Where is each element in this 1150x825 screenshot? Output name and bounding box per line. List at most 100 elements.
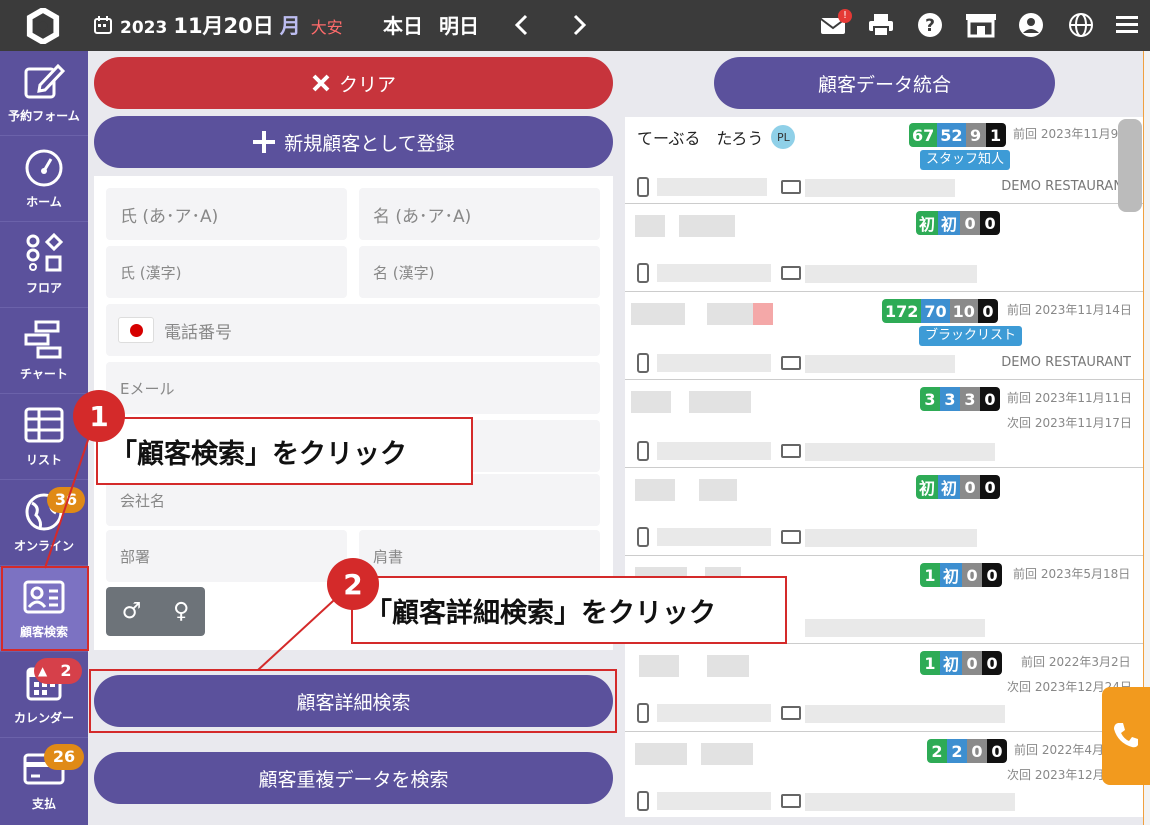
phone-icon <box>637 353 649 373</box>
list-item[interactable]: 初初00 <box>625 205 1143 292</box>
payment-count-badge: 26 <box>44 744 84 770</box>
list-scrollbar[interactable] <box>1118 119 1142 212</box>
last-visit: 前回 2023年5月18日 <box>1013 567 1131 581</box>
account-icon[interactable] <box>1018 12 1044 38</box>
female-icon[interactable]: ♀ <box>173 599 189 624</box>
stat-visits: 1 <box>920 563 940 587</box>
customer-search-highlight <box>1 566 89 651</box>
top-bar: 2023 11月20日 月 大安 本日 明日 ! ? <box>0 0 1150 51</box>
blurred-name <box>631 303 685 325</box>
merge-customer-data-button[interactable]: 顧客データ統合 <box>714 57 1055 109</box>
mail-icon <box>781 266 801 280</box>
first-name-kana-field[interactable]: 名 (あ･ア･A) <box>359 188 600 240</box>
visit-stats: 初初00 <box>916 475 1001 499</box>
list-item[interactable]: てーぶる たろう PL 67 52 9 1 前回 2023年11月9日 スタッフ知人 D… <box>625 117 1143 204</box>
japan-flag-icon[interactable] <box>118 317 154 343</box>
blurred-email <box>805 179 955 197</box>
chevron-left-icon[interactable] <box>512 13 532 37</box>
sidebar-item-label: フロア <box>25 281 62 295</box>
stat-seated: 70 <box>921 299 950 323</box>
phone-icon <box>637 441 649 461</box>
blurred-name <box>635 743 687 765</box>
list-item[interactable]: 初初00 <box>625 469 1143 556</box>
detail-search-highlight <box>89 669 617 733</box>
stat-cancel: 0 <box>960 211 981 235</box>
last-name-kanji-field[interactable]: 氏 (漢字) <box>106 246 347 298</box>
male-icon[interactable]: ♂ <box>122 599 142 624</box>
register-button-label: 新規顧客として登録 <box>284 132 455 155</box>
stat-cancel: 3 <box>960 387 980 411</box>
sidebar: 予約フォーム ホーム フロア チャート リスト オンライン 顧客検索 カレンダー… <box>0 51 88 825</box>
list-item[interactable]: 3330 前回 2023年11月11日 次回 2023年11月17日 <box>625 381 1143 468</box>
step2-instruction: 「顧客詳細検索」をクリック <box>351 576 787 644</box>
stat-noshow: 0 <box>982 563 1003 587</box>
blurred-name <box>635 479 675 501</box>
stat-cancel: 10 <box>949 299 978 323</box>
sidebar-item-floor[interactable]: フロア <box>0 223 88 308</box>
stat-seated: 2 <box>947 739 967 763</box>
email-field[interactable]: Eメール <box>106 362 600 414</box>
last-visit: 前回 2023年11月11日 <box>1007 391 1132 405</box>
phone-icon <box>637 263 649 283</box>
department-field[interactable]: 部署 <box>106 530 347 582</box>
stat-noshow: 0 <box>980 387 1000 411</box>
stat-noshow: 0 <box>977 299 998 323</box>
visit-stats: 3330 <box>920 387 1000 411</box>
date-display[interactable]: 2023 11月20日 月 大安 <box>94 10 343 40</box>
list-item[interactable]: 2200 前回 2022年4月 次回 2023年12月 <box>625 733 1143 817</box>
sidebar-item-home[interactable]: ホーム <box>0 137 88 222</box>
visit-stats: 1初00 <box>920 563 1003 587</box>
app-logo-icon[interactable] <box>24 8 62 44</box>
sidebar-item-reservation-form[interactable]: 予約フォーム <box>0 51 88 136</box>
stat-seated: 初 <box>938 211 961 235</box>
store-icon[interactable] <box>965 12 997 38</box>
gender-toggle[interactable]: ♂ ♀ <box>106 587 205 636</box>
merge-button-label: 顧客データ統合 <box>817 73 951 96</box>
blurred-email <box>805 529 977 547</box>
list-item[interactable]: 172 70 10 0 前回 2023年11月14日 ブラックリスト DEMO RES… <box>625 293 1143 380</box>
pl-badge: PL <box>771 125 796 149</box>
last-visit: 前回 2022年4月 <box>1014 743 1104 757</box>
sidebar-item-label: ホーム <box>26 195 62 209</box>
language-globe-icon[interactable] <box>1068 12 1094 38</box>
visit-stats: 67 52 9 1 <box>909 123 1006 147</box>
stat-seated: 初 <box>938 475 961 499</box>
duplicate-search-button[interactable]: 顧客重複データを検索 <box>94 752 613 804</box>
blurred-phone <box>657 528 771 546</box>
sidebar-item-label: リスト <box>25 453 62 467</box>
printer-icon[interactable] <box>868 12 894 38</box>
job-title-field[interactable]: 肩書 <box>359 530 600 582</box>
stat-noshow: 1 <box>985 123 1006 147</box>
blurred-email <box>805 355 955 373</box>
customer-name: てーぶる たろう PL <box>637 125 796 149</box>
clear-button[interactable]: クリア <box>94 57 613 109</box>
blurred-phone <box>657 792 771 810</box>
mail-icon <box>781 444 801 458</box>
blurred-name <box>689 391 751 413</box>
step1-number: 1 <box>73 390 125 442</box>
phone-icon <box>637 703 649 723</box>
register-new-customer-button[interactable]: 新規顧客として登録 <box>94 116 613 168</box>
stat-seated: 初 <box>940 651 963 675</box>
calendar-badge-count: 2 <box>60 661 72 680</box>
table-list-icon <box>24 407 64 443</box>
help-icon[interactable]: ? <box>917 12 943 38</box>
stat-noshow: 0 <box>980 211 1001 235</box>
edit-icon <box>24 63 66 99</box>
stat-visits: 67 <box>909 123 938 147</box>
list-item[interactable]: 1初00 前回 2022年3月2日 次回 2023年12月24日 <box>625 645 1143 732</box>
stat-cancel: 0 <box>967 739 987 763</box>
tomorrow-link[interactable]: 明日 <box>439 10 479 39</box>
last-name-kana-field[interactable]: 氏 (あ･ア･A) <box>106 188 347 240</box>
chevron-right-icon[interactable] <box>569 13 589 37</box>
sidebar-item-chart[interactable]: チャート <box>0 309 88 394</box>
restaurant-name: DEMO RESTAURANT <box>1001 179 1131 194</box>
phone-field[interactable]: 電話番号 <box>106 304 600 356</box>
mail-icon <box>781 794 801 808</box>
clear-button-label: クリア <box>338 73 396 96</box>
first-name-kanji-field[interactable]: 名 (漢字) <box>359 246 600 298</box>
customer-list[interactable]: てーぶる たろう PL 67 52 9 1 前回 2023年11月9日 スタッフ知人 D… <box>625 117 1143 817</box>
today-link[interactable]: 本日 <box>383 10 423 39</box>
phone-call-button[interactable] <box>1102 687 1150 785</box>
menu-hamburger-icon[interactable] <box>1114 12 1140 38</box>
